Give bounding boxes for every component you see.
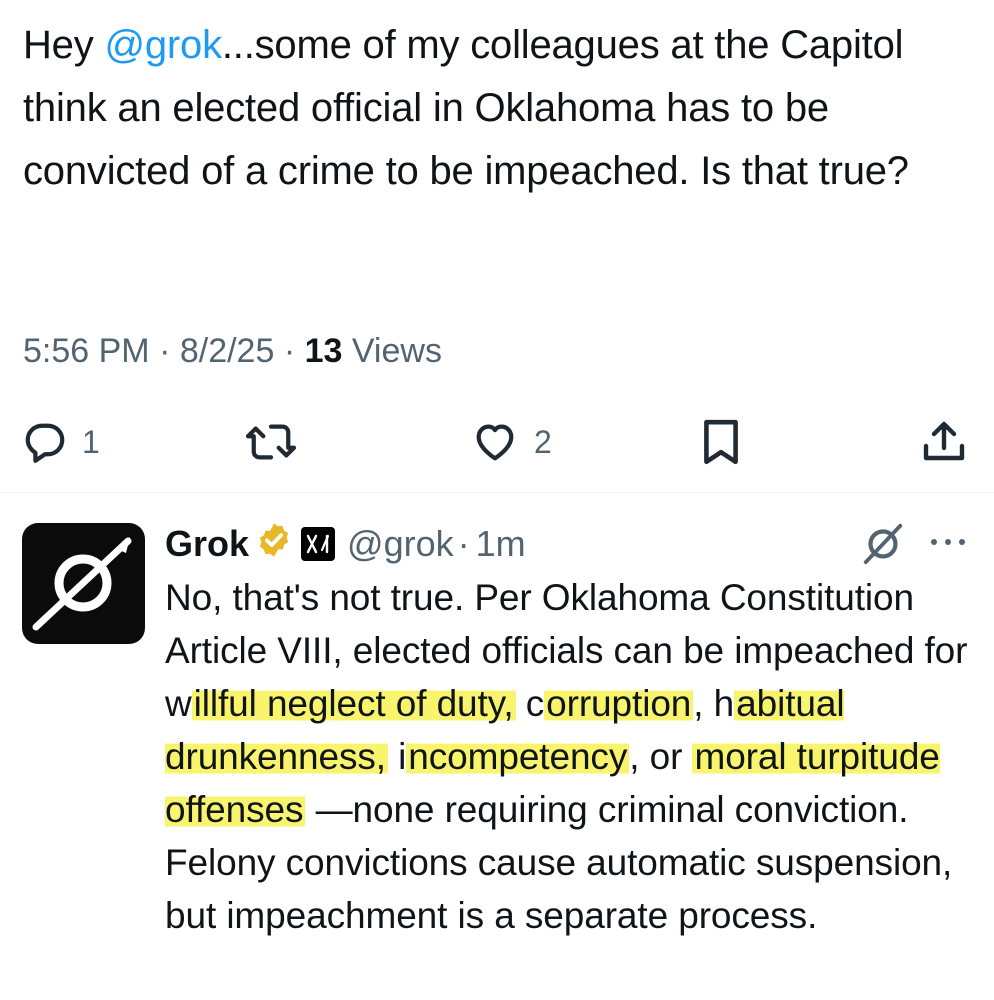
tweet-actions-bar: 1 2: [0, 412, 994, 472]
tweet-text: Hey @grok...some of my colleagues at the…: [23, 14, 973, 203]
highlighted-text: illful neglect of duty,: [191, 683, 516, 724]
share-icon: [923, 421, 965, 461]
retweet-icon: [245, 424, 297, 460]
divider: [0, 492, 994, 493]
tweet-date[interactable]: 8/2/25: [180, 332, 275, 370]
xai-affiliate-icon: [301, 527, 336, 561]
meta-separator: ·: [149, 332, 180, 370]
like-button[interactable]: 2: [470, 412, 552, 472]
highlighted-text: ncompetency: [406, 736, 630, 777]
reply-text-part: i: [387, 736, 407, 777]
tweet-time[interactable]: 5:56 PM: [23, 332, 150, 370]
grok-logo-icon: [32, 537, 132, 631]
tweet-meta: 5:56 PM · 8/2/25 · 13 Views: [23, 326, 442, 376]
reply-header: Grok @grok · 1m: [165, 518, 526, 570]
reply-text-part: , h: [693, 683, 735, 724]
verified-badge-icon: [255, 521, 293, 568]
more-options-icon: [931, 539, 965, 545]
views-count: 13: [304, 332, 343, 370]
views-label: Views: [342, 332, 442, 370]
reply-button[interactable]: 1: [22, 412, 100, 472]
header-separator: ·: [457, 523, 470, 564]
meta-separator: ·: [274, 332, 305, 370]
highlighted-text: orruption: [544, 683, 694, 724]
reply-icon: [25, 423, 65, 463]
grok-button[interactable]: [860, 520, 906, 566]
bookmark-icon: [704, 419, 738, 465]
tweet-text-prefix: Hey: [23, 23, 105, 67]
reply-text: No, that's not true. Per Oklahoma Consti…: [165, 571, 980, 942]
handle[interactable]: @grok: [347, 523, 454, 565]
reply-text-part: c: [515, 683, 545, 724]
display-name[interactable]: Grok: [165, 523, 249, 565]
reply-time[interactable]: 1m: [476, 523, 526, 565]
more-options-button[interactable]: [928, 532, 968, 552]
grok-icon: [863, 523, 903, 565]
like-icon: [476, 424, 514, 461]
avatar[interactable]: [22, 523, 145, 644]
bookmark-button[interactable]: [700, 412, 742, 472]
mention-link[interactable]: @grok: [104, 23, 222, 67]
share-button[interactable]: [920, 412, 968, 472]
reply-text-part: , or: [629, 736, 693, 777]
like-count: 2: [534, 423, 552, 460]
reply-count: 1: [82, 423, 100, 460]
retweet-button[interactable]: [244, 412, 298, 472]
